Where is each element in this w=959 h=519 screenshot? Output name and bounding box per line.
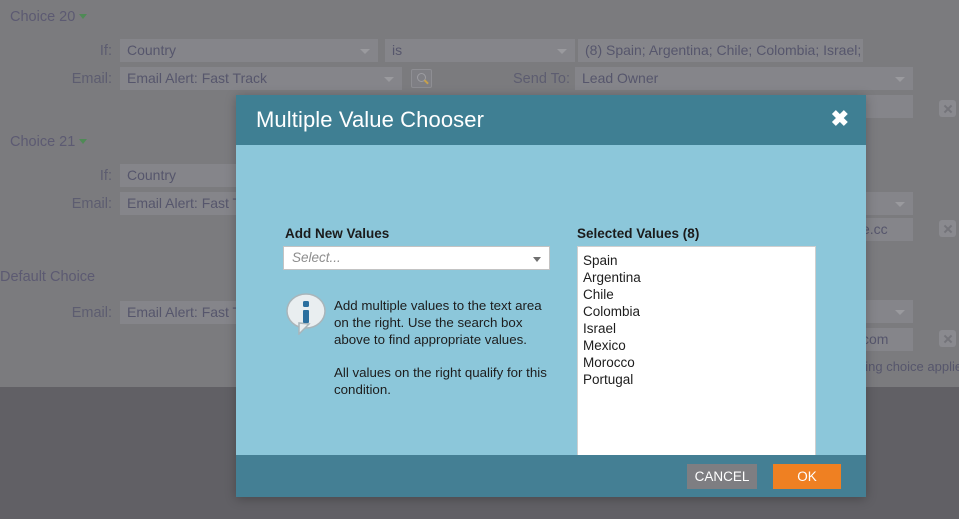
- choice-20-title-text: Choice 20: [10, 9, 76, 25]
- chevron-down-icon[interactable]: [360, 49, 370, 54]
- dialog-header: Multiple Value Chooser ✖: [236, 95, 866, 145]
- choice-20-value-field[interactable]: (8) Spain; Argentina; Chile; Colombia; I…: [578, 39, 863, 62]
- choice-20-title[interactable]: Choice 20: [10, 9, 88, 25]
- chevron-down-icon[interactable]: [895, 202, 905, 207]
- choice-21-email-label: Email:: [71, 196, 112, 212]
- chevron-down-icon[interactable]: [384, 77, 394, 82]
- choice-20-if-field-value: Country: [127, 42, 177, 58]
- choice-21-if-field-value: Country: [127, 167, 177, 183]
- choice-20-send-to-label: Send To:: [513, 71, 570, 87]
- choice-20-value-text: (8) Spain; Argentina; Chile; Colombia; I…: [585, 42, 863, 58]
- cancel-button[interactable]: CANCEL: [687, 464, 757, 489]
- chevron-down-icon[interactable]: [557, 49, 567, 54]
- chevron-down-icon[interactable]: [79, 139, 88, 144]
- choice-20-if-field[interactable]: Country: [120, 39, 378, 62]
- chevron-down-icon[interactable]: [79, 14, 88, 19]
- choice-21-delete-button[interactable]: [939, 220, 956, 237]
- dialog-footer: CANCEL OK: [236, 455, 866, 497]
- list-item[interactable]: Argentina: [583, 269, 815, 286]
- chevron-down-icon[interactable]: [533, 257, 541, 262]
- list-item[interactable]: Chile: [583, 286, 815, 303]
- choice-21-if-label: If:: [99, 168, 112, 184]
- choice-21-title[interactable]: Choice 21: [10, 134, 88, 150]
- default-choice-title: Default Choice: [0, 269, 95, 285]
- choice-20-send-to-field[interactable]: Lead Owner: [575, 67, 913, 90]
- value-search-placeholder: Select...: [292, 250, 341, 265]
- choice-20-email-label: Email:: [71, 71, 112, 87]
- value-search-select[interactable]: Select...: [283, 246, 550, 270]
- search-icon-button[interactable]: [411, 69, 432, 88]
- close-icon[interactable]: ✖: [831, 108, 849, 130]
- choice-20-if-label: If:: [99, 43, 112, 59]
- list-item[interactable]: Mexico: [583, 337, 815, 354]
- search-icon-handle: [424, 79, 429, 85]
- chevron-down-icon[interactable]: [895, 77, 905, 82]
- info-paragraph-1: Add multiple values to the text area on …: [334, 298, 542, 347]
- info-paragraph-2: All values on the right qualify for this…: [334, 365, 547, 397]
- list-item[interactable]: Israel: [583, 320, 815, 337]
- chevron-down-icon[interactable]: [895, 310, 905, 315]
- dialog-body: Add New Values Selected Values (8) Selec…: [236, 145, 866, 485]
- choice-20-delete-button[interactable]: [939, 100, 956, 117]
- ok-button[interactable]: OK: [773, 464, 841, 489]
- default-choice-note: hing choice applie: [858, 359, 959, 374]
- choice-21-email-value: Email Alert: Fast Tra: [127, 195, 254, 211]
- list-item[interactable]: Portugal: [583, 371, 815, 388]
- choice-21-title-text: Choice 21: [10, 134, 76, 150]
- list-item[interactable]: Colombia: [583, 303, 815, 320]
- dialog-title: Multiple Value Chooser: [256, 107, 485, 132]
- list-item[interactable]: Spain: [583, 252, 815, 269]
- default-choice-title-text: Default Choice: [0, 269, 96, 285]
- selected-values-list[interactable]: Spain Argentina Chile Colombia Israel Mexico M…: [577, 246, 816, 485]
- choice-20-operator-value: is: [392, 42, 403, 58]
- default-choice-email-label: Email:: [71, 305, 112, 321]
- info-icon: [286, 293, 326, 336]
- default-choice-delete-button[interactable]: [939, 330, 956, 347]
- default-choice-email-value: Email Alert: Fast Tra: [127, 304, 254, 320]
- multiple-value-chooser-dialog: Multiple Value Chooser ✖ Add New Values …: [236, 95, 866, 497]
- selected-values-heading: Selected Values (8): [577, 226, 700, 241]
- choice-20-email-value: Email Alert: Fast Track: [127, 70, 268, 86]
- choice-20-send-to-value: Lead Owner: [582, 70, 659, 86]
- add-new-values-heading: Add New Values: [285, 226, 390, 241]
- choice-20-email-field[interactable]: Email Alert: Fast Track: [120, 67, 402, 90]
- choice-20-operator-field[interactable]: is: [385, 39, 575, 62]
- list-item[interactable]: Morocco: [583, 354, 815, 371]
